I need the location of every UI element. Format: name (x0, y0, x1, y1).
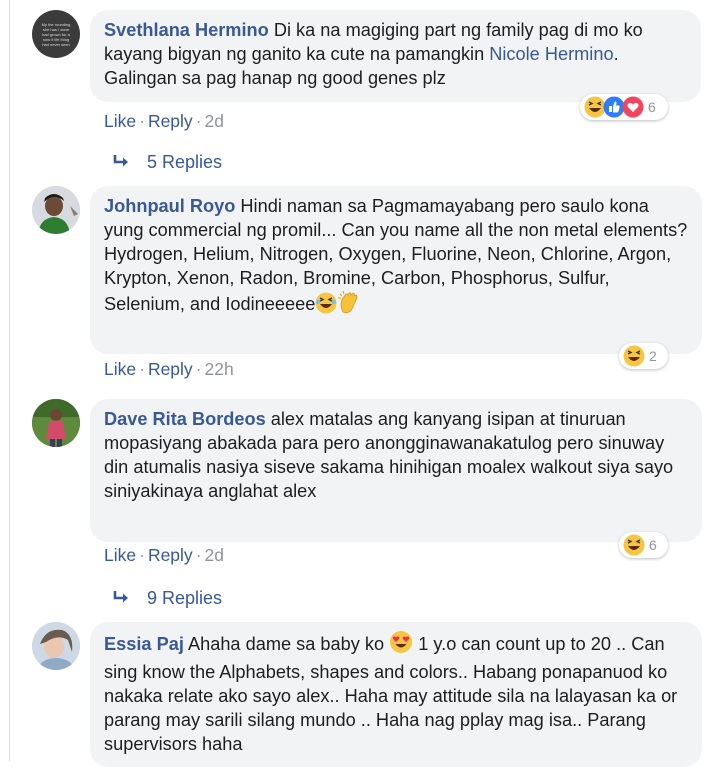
separator: · (139, 359, 145, 379)
timestamp[interactable]: 2d (205, 111, 224, 131)
clap-icon (337, 290, 361, 320)
avatar[interactable] (32, 399, 80, 447)
comment-author[interactable]: Svethlana Hermino (104, 20, 269, 40)
avatar[interactable] (32, 622, 80, 670)
reaction-summary[interactable]: 6 (580, 94, 668, 120)
comment-bubble: Essia Paj Ahaha dame sa baby ko 1 y.o ca… (90, 622, 702, 767)
like-link[interactable]: Like (104, 359, 136, 379)
reaction-count: 6 (649, 537, 657, 553)
comment-text: Ahaha dame sa baby ko (187, 634, 390, 654)
reaction-summary[interactable]: 2 (619, 343, 668, 369)
avatar-photo (32, 186, 80, 234)
comment-bubble: Svethlana Hermino Di ka na magiging part… (90, 10, 701, 102)
reply-arrow-icon (113, 152, 133, 173)
comment-author[interactable]: Essia Paj (104, 634, 184, 654)
reaction-count: 6 (648, 99, 656, 115)
separator: · (139, 111, 145, 131)
like-link[interactable]: Like (104, 545, 136, 565)
comment-actions: Like · Reply · 2d (104, 545, 224, 566)
haha-icon (623, 345, 645, 367)
view-replies-link[interactable]: 5 Replies (113, 152, 222, 173)
reply-link[interactable]: Reply (148, 111, 193, 131)
love-icon (622, 96, 644, 118)
thread-line (9, 0, 10, 761)
timestamp[interactable]: 2d (205, 545, 224, 565)
reaction-summary[interactable]: 6 (619, 532, 668, 558)
avatar-photo (32, 399, 80, 447)
comment-author[interactable]: Dave Rita Bordeos (104, 409, 266, 429)
reply-link[interactable]: Reply (148, 359, 193, 379)
avatar-text: My the rounding she has / done had grown… (41, 22, 71, 47)
reaction-count: 2 (649, 348, 657, 364)
heart-eyes-icon (389, 630, 413, 660)
comment-actions: Like · Reply · 22h (104, 359, 234, 380)
comment-actions: Like · Reply · 2d (104, 111, 224, 132)
comment-bubble: Dave Rita Bordeos alex matalas ang kanya… (90, 399, 702, 542)
separator: · (195, 111, 202, 131)
separator: · (195, 545, 202, 565)
laughing-emoji (315, 292, 337, 320)
replies-count[interactable]: 5 Replies (147, 152, 222, 172)
mention-link[interactable]: Nicole Hermino (489, 44, 613, 64)
comment-author[interactable]: Johnpaul Royo (104, 196, 235, 216)
view-replies-link[interactable]: 9 Replies (113, 588, 222, 609)
haha-icon (623, 534, 645, 556)
like-link[interactable]: Like (104, 111, 136, 131)
replies-count[interactable]: 9 Replies (147, 588, 222, 608)
separator: · (139, 545, 145, 565)
comment-bubble: Johnpaul Royo Hindi naman sa Pagmamayaba… (90, 186, 702, 354)
timestamp[interactable]: 22h (205, 359, 234, 379)
avatar[interactable] (32, 186, 80, 234)
reply-arrow-icon (113, 588, 133, 609)
avatar-photo (32, 622, 80, 670)
avatar[interactable]: My the rounding she has / done had grown… (32, 10, 80, 58)
separator: · (195, 359, 202, 379)
reply-link[interactable]: Reply (148, 545, 193, 565)
